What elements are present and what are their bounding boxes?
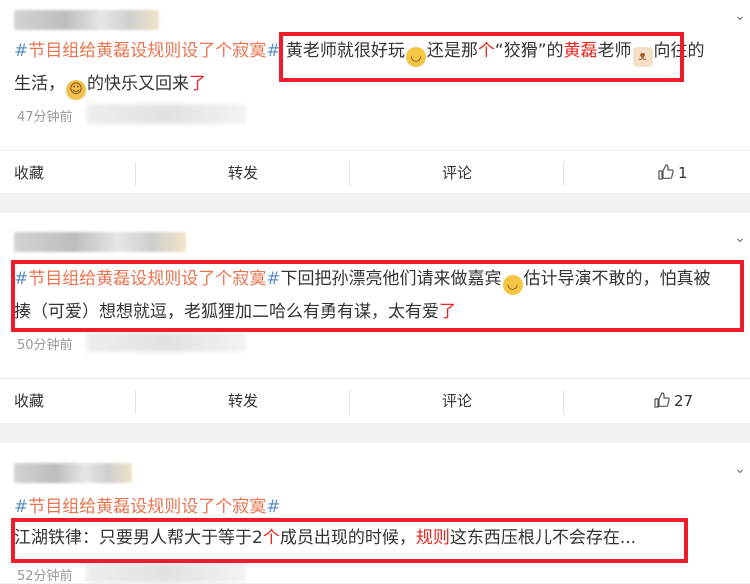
source-blurred bbox=[86, 332, 246, 352]
repost-button[interactable]: 转发 bbox=[228, 379, 258, 423]
post-text: “狡猾”的 bbox=[494, 41, 564, 61]
timestamp[interactable]: 52分钟前 bbox=[17, 565, 73, 584]
collect-button[interactable]: 收藏 bbox=[14, 379, 44, 423]
smile-emoji: ☺ bbox=[66, 80, 86, 100]
thumb-up-icon bbox=[658, 164, 674, 180]
divider bbox=[563, 162, 564, 186]
thumb-up-icon bbox=[654, 392, 670, 408]
laughing-cry-emoji: ◡ bbox=[405, 47, 426, 67]
username-blurred bbox=[14, 232, 186, 252]
hashtag-open: # bbox=[14, 269, 29, 289]
repost-button[interactable]: 转发 bbox=[228, 151, 258, 195]
divider bbox=[349, 162, 350, 186]
post-text-line-1: #节目组给黄磊设规则设了个寂寞# bbox=[14, 494, 281, 520]
username-blurred bbox=[14, 463, 132, 483]
divider bbox=[563, 390, 564, 414]
hashtag-link[interactable]: 节目组给黄磊设规则设了个寂寞 bbox=[28, 269, 266, 289]
action-bar: 收藏 转发 评论 27 bbox=[0, 378, 750, 423]
like-count: 1 bbox=[678, 164, 688, 182]
hashtag-open: # bbox=[14, 41, 29, 61]
chevron-down-icon[interactable]: ⌄ bbox=[734, 461, 746, 477]
highlight-text: 了 bbox=[189, 74, 206, 94]
post-text-line-2: 揍（可爱）想想就逗，老狐狸加二哈么有勇有谋，太有爱了 bbox=[14, 299, 456, 325]
post-text-line-1: #节目组给黄磊设规则设了个寂寞# 黄老师就很好玩 ◡ 还是那个“狡猾”的黄磊老师 ᴥ 向… bbox=[14, 38, 705, 67]
divider bbox=[135, 162, 136, 186]
highlight-text: 规则 bbox=[415, 528, 450, 548]
hashtag-open: # bbox=[14, 497, 29, 517]
hashtag-close: # bbox=[266, 269, 281, 289]
post-text: 江湖铁律：只要男人帮大于等于2 bbox=[14, 528, 263, 548]
post-text: 估计导演不敢的，怕真被 bbox=[523, 269, 711, 289]
highlight-text: 个 bbox=[477, 41, 495, 61]
post-text: 生活， bbox=[14, 74, 65, 94]
post-text: 这东西压根儿不会存在... bbox=[449, 528, 637, 548]
cat-emoji: ᴥ bbox=[632, 47, 653, 67]
timestamp[interactable]: 50分钟前 bbox=[17, 334, 73, 353]
post-text: 揍（可爱）想想就逗，老狐狸加二哈么有勇有谋，太有爱 bbox=[14, 302, 439, 322]
source-blurred bbox=[86, 563, 246, 583]
collect-button[interactable]: 收藏 bbox=[14, 151, 44, 195]
chevron-down-icon[interactable]: ⌄ bbox=[734, 8, 746, 24]
highlight-text: 了 bbox=[439, 302, 456, 322]
laughing-cry-emoji: ◡ bbox=[502, 275, 523, 295]
hashtag-link[interactable]: 节目组给黄磊设规则设了个寂寞 bbox=[28, 497, 266, 517]
post-text: 黄老师就很好玩 bbox=[285, 41, 405, 61]
post-card-3: ⌄ #节目组给黄磊设规则设了个寂寞# 江湖铁律：只要男人帮大于等于2个成员出现的… bbox=[0, 443, 750, 584]
like-count: 27 bbox=[674, 392, 694, 410]
username-blurred bbox=[14, 10, 159, 30]
post-text-line-1: #节目组给黄磊设规则设了个寂寞#下回把孙漂亮他们请来做嘉宾 ◡ 估计导演不敢的，怕真… bbox=[14, 266, 711, 295]
source-blurred bbox=[86, 104, 246, 124]
post-text: 还是那 bbox=[426, 41, 478, 61]
post-text: 下回把孙漂亮他们请来做嘉宾 bbox=[280, 269, 502, 289]
post-card-2: ⌄ #节目组给黄磊设规则设了个寂寞#下回把孙漂亮他们请来做嘉宾 ◡ 估计导演不敢的，… bbox=[0, 213, 750, 423]
chevron-down-icon[interactable]: ⌄ bbox=[734, 230, 746, 246]
hashtag-link[interactable]: 节目组给黄磊设规则设了个寂寞 bbox=[28, 41, 266, 61]
like-button[interactable]: 27 bbox=[654, 379, 693, 423]
divider bbox=[135, 390, 136, 414]
post-text: 的快乐又回来 bbox=[87, 74, 189, 94]
hashtag-close: # bbox=[266, 41, 281, 61]
post-text: 向往的 bbox=[653, 41, 705, 61]
highlight-text: 个 bbox=[262, 528, 280, 548]
post-text-line-2: 生活， ☺ 的快乐又回来了 bbox=[14, 71, 206, 100]
comment-button[interactable]: 评论 bbox=[442, 151, 472, 195]
post-text: 老师 bbox=[597, 41, 632, 61]
post-text-line-2: 江湖铁律：只要男人帮大于等于2个成员出现的时候，规则这东西压根儿不会存在... bbox=[14, 525, 636, 551]
like-button[interactable]: 1 bbox=[658, 151, 688, 195]
hashtag-close: # bbox=[266, 497, 281, 517]
highlight-text: 黄磊 bbox=[563, 41, 598, 61]
post-text: 成员出现的时候， bbox=[279, 528, 416, 548]
post-card-1: ⌄ #节目组给黄磊设规则设了个寂寞# 黄老师就很好玩 ◡ 还是那个“狡猾”的黄磊老师… bbox=[0, 0, 750, 193]
comment-button[interactable]: 评论 bbox=[442, 379, 472, 423]
action-bar: 收藏 转发 评论 1 bbox=[0, 150, 750, 195]
divider bbox=[349, 390, 350, 414]
timestamp[interactable]: 47分钟前 bbox=[17, 106, 73, 125]
